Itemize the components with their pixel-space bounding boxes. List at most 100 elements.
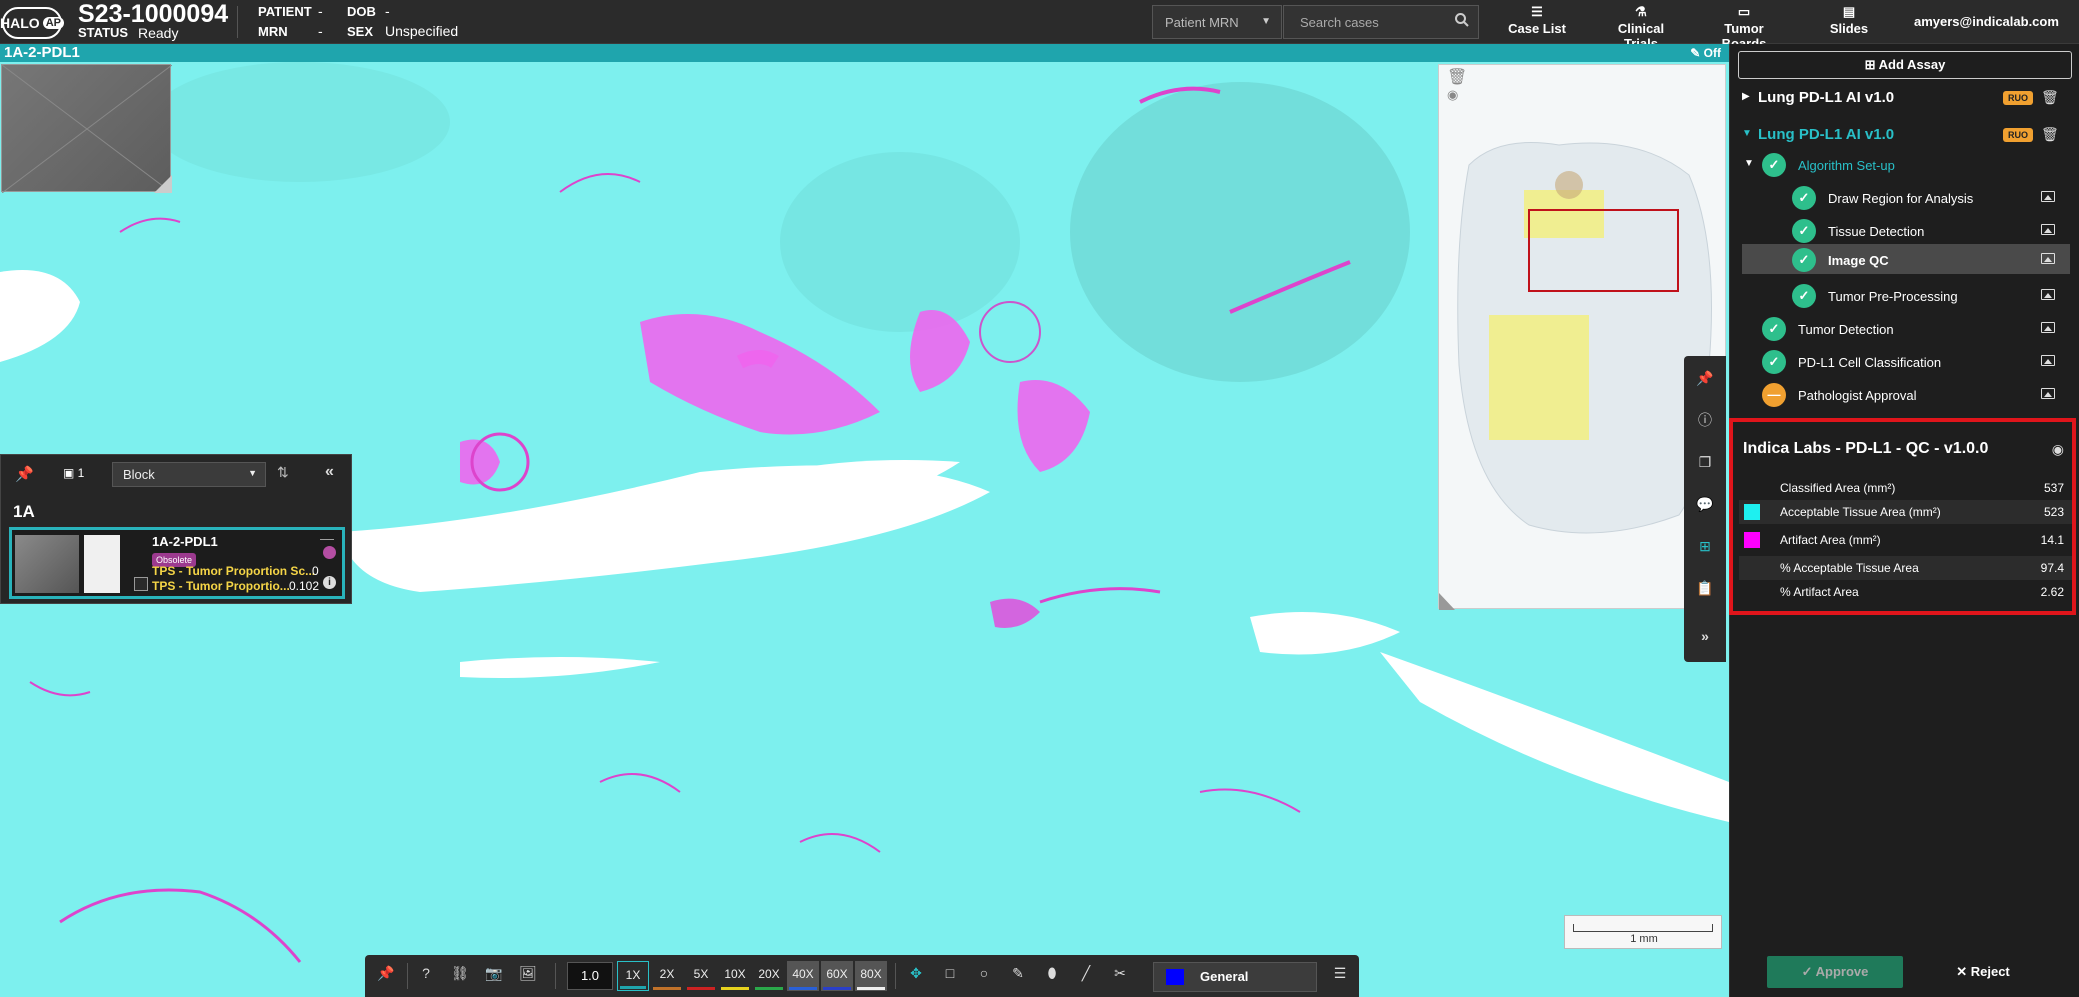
zoom-20x-button[interactable]: 20X [753,961,785,991]
image-icon[interactable] [2041,355,2055,366]
rectangle-tool-icon[interactable]: □ [939,965,961,981]
halo-ap-logo[interactable]: HALO AP [0,7,64,39]
hierarchy-icon[interactable]: ⊞ [1684,528,1726,564]
image-icon[interactable] [2041,322,2055,333]
camera-icon[interactable]: 📷 [483,965,505,982]
unlink-icon[interactable]: ⛓ [449,965,471,982]
pan-icon[interactable]: ✥ [905,965,927,982]
group-by-select[interactable]: Block ▼ [112,462,266,487]
zoom-value-input[interactable]: 1.0 [567,962,613,990]
slide-label-image [15,535,79,593]
assay-row[interactable]: ▶ Lung PD-L1 AI v1.0 RUO 🗑 [1730,86,2079,112]
ellipse-tool-icon[interactable]: ○ [973,965,995,981]
step-algorithm-setup[interactable]: ▼ ✓ Algorithm Set-up [1730,149,2079,179]
zoom-color-bar [789,987,817,990]
pin-icon[interactable]: 📌 [375,965,397,982]
qc-label: % Artifact Area [1780,585,1859,599]
zoom-label: 80X [860,967,882,981]
nav-case-list[interactable]: ☰ Case List [1505,3,1569,41]
help-icon[interactable]: ? [415,965,437,981]
assay-row-expanded[interactable]: ▼ Lung PD-L1 AI v1.0 RUO 🗑 [1730,123,2079,149]
annotation-toggle-label: Off [1703,46,1721,60]
zoom-5x-button[interactable]: 5X [685,961,717,991]
minus-icon[interactable]: — [320,530,334,546]
clipboard-icon[interactable]: 📋 [1684,570,1726,606]
image-icon[interactable]: 🖼 [517,965,539,982]
scale-bar-label: 1 mm [1630,933,1658,945]
nav-tumor-boards[interactable]: ▭ Tumor Boards [1703,3,1785,51]
pin-icon[interactable]: 📌 [1684,360,1726,396]
check-icon: ✓ [1792,284,1816,308]
zoom-2x-button[interactable]: 2X [651,961,683,991]
patient-value: - [318,3,323,19]
zoom-60x-button[interactable]: 60X [821,961,853,991]
substep-tumor-preprocessing[interactable]: ✓ Tumor Pre-Processing [1730,280,2079,310]
step-pathologist-approval[interactable]: — Pathologist Approval [1730,379,2079,409]
substep-tissue-detection[interactable]: ✓ Tissue Detection [1730,215,2079,245]
list-icon: ☰ [1531,4,1543,19]
zoom-40x-button[interactable]: 40X [787,961,819,991]
image-icon[interactable] [2041,388,2055,399]
image-icon[interactable] [2041,224,2055,235]
user-menu[interactable]: amyers@indicalab.com [1914,14,2059,29]
menu-icon[interactable]: ☰ [1329,965,1351,982]
zoom-1x-button[interactable]: 1X [617,961,649,991]
slide-viewer[interactable]: 🗑 ◉ 📌 ▣ 1 Block ▼ ⇅ « 1A 1A-2-PDL1 Obsol… [0,62,1729,997]
annotation-toggle[interactable]: ✎ Off [1690,44,1721,62]
sort-icon[interactable]: ⇅ [277,464,289,481]
trash-icon[interactable]: 🗑 [2041,126,2059,143]
step-label: Tumor Detection [1798,322,1894,337]
qc-row-pct-artifact: % Artifact Area 2.62 [1739,580,2072,604]
eye-icon[interactable]: ◉ [2052,441,2064,458]
qc-title: Indica Labs - PD-L1 - QC - v1.0.0 [1743,440,1989,457]
nav-slides[interactable]: ▤ Slides [1825,3,1873,41]
chevron-down-icon: ▼ [248,468,257,478]
zoom-color-bar [755,987,783,990]
image-icon[interactable] [2041,253,2055,264]
approve-button[interactable]: ✓ Approve [1767,956,1903,988]
collapse-panel-icon[interactable]: « [325,463,334,481]
zoom-10x-button[interactable]: 10X [719,961,751,991]
qc-value: 2.62 [2040,585,2064,599]
nav-clinical-trials[interactable]: ⚗ Clinical Trials [1600,3,1682,51]
search-scope-select[interactable]: Patient MRN ▼ [1152,5,1282,39]
step-pdl1-classification[interactable]: ✓ PD-L1 Cell Classification [1730,346,2079,376]
slide-navigator[interactable]: 🗑 ◉ [1438,64,1726,610]
image-icon[interactable] [2041,289,2055,300]
ruler-icon[interactable]: ╱ [1075,965,1097,982]
slide-card[interactable]: 1A-2-PDL1 Obsolete TPS - Tumor Proportio… [9,527,345,599]
tag-icon[interactable] [323,546,336,559]
reject-label: Reject [1970,964,2010,979]
case-search-input[interactable]: Search cases [1283,5,1479,39]
check-icon: ✓ [1792,219,1816,243]
image-icon[interactable] [2041,191,2055,202]
reject-button[interactable]: ✕ Reject [1938,956,2028,988]
substep-draw-region[interactable]: ✓ Draw Region for Analysis [1730,182,2079,212]
marker-icon[interactable]: ⬮ [1041,965,1063,982]
trash-icon[interactable]: 🗑 [2041,89,2059,106]
pen-tool-icon[interactable]: ✎ [1007,965,1029,982]
slide-select-checkbox[interactable] [134,577,148,591]
scale-bar: 1 mm [1564,915,1722,949]
comments-icon[interactable]: 💬 [1684,486,1726,522]
slide-label-thumbnail[interactable] [1,64,172,193]
nav-label: Case List [1508,21,1566,36]
add-assay-button[interactable]: ⊞ Add Assay [1738,51,2072,79]
scissors-icon[interactable]: ✂ [1109,965,1131,982]
expand-icon[interactable]: » [1684,618,1726,654]
info-icon[interactable]: i [323,576,336,589]
slide-title: 1A-2-PDL1 [4,44,80,61]
check-circle-icon: ✓ [1801,964,1816,979]
dob-label: DOB [347,4,376,19]
zoom-label: 60X [826,967,848,981]
layers-icon[interactable]: ❐ [1684,444,1726,480]
zoom-80x-button[interactable]: 80X [855,961,887,991]
step-tumor-detection[interactable]: ✓ Tumor Detection [1730,313,2079,343]
annotation-layer-select[interactable]: General [1153,962,1317,992]
search-icon[interactable] [1454,12,1470,31]
substep-image-qc[interactable]: ✓ Image QC [1742,244,2070,274]
info-icon[interactable]: ⓘ [1684,402,1726,438]
artifact-color-swatch[interactable] [1744,532,1760,548]
pin-icon[interactable]: 📌 [15,465,34,483]
acceptable-color-swatch[interactable] [1744,504,1760,520]
